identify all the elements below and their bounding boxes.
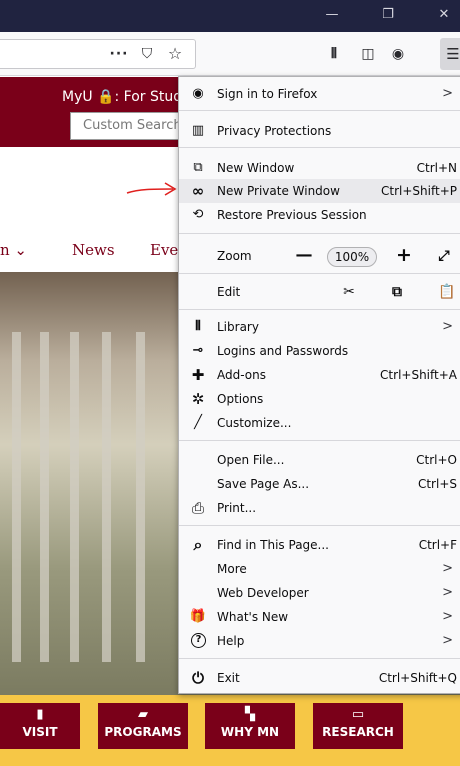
menu-item-new-window[interactable]: ⧉ New Window Ctrl+N — [179, 156, 460, 180]
navigation-toolbar: ··· ⛉ ☆ ⫴ ◫ ◉ ☰ — [0, 32, 460, 76]
pocket-icon[interactable]: ⛉ — [136, 43, 158, 65]
visit-icon: ▮ — [36, 707, 44, 722]
menu-separator — [179, 233, 460, 234]
annotation-arrow — [126, 182, 177, 196]
printer-icon: ⎙ — [191, 499, 204, 517]
why-mn-button[interactable]: ▚ WHY MN — [205, 703, 295, 749]
paste-icon[interactable]: 📋 — [435, 281, 459, 303]
menu-item-print[interactable]: ⎙ Print... — [179, 496, 460, 520]
menu-item-exit[interactable]: ⏻ Exit Ctrl+Shift+Q — [179, 666, 460, 690]
menu-item-addons[interactable]: ✚ Add-ons Ctrl+Shift+A — [179, 363, 460, 387]
menu-item-restore-session[interactable]: ⟲ Restore Previous Session — [179, 203, 460, 227]
zoom-controls: Zoom — 100% + ⤢ — [179, 240, 460, 272]
menu-item-logins[interactable]: ⊸ Logins and Passwords — [179, 339, 460, 363]
menu-separator — [179, 525, 460, 526]
puzzle-icon: ✚ — [191, 366, 205, 384]
page-actions-button[interactable]: ··· — [108, 43, 130, 65]
menu-item-more[interactable]: More > — [179, 557, 460, 581]
programs-button[interactable]: ▰ PROGRAMS — [98, 703, 188, 749]
gift-icon: 🎁 — [189, 609, 207, 624]
search-icon: ⌕ — [193, 535, 203, 554]
fullscreen-icon[interactable]: ⤢ — [433, 245, 455, 267]
nav-link-partial[interactable]: n ⌄ — [0, 241, 27, 259]
chevron-right-icon: > — [442, 585, 453, 600]
url-bar[interactable]: ··· ⛉ ☆ — [0, 39, 196, 69]
menu-separator — [179, 110, 460, 111]
key-icon: ⊸ — [192, 343, 204, 358]
window-title-bar: — ❐ ✕ — [0, 0, 460, 32]
library-icon[interactable]: ⫴ — [322, 42, 346, 66]
tree-trunk — [70, 332, 79, 662]
chevron-right-icon: > — [442, 86, 453, 101]
menu-item-sign-in[interactable]: ◉ Sign in to Firefox > — [179, 82, 460, 106]
menu-item-save-page[interactable]: Save Page As... Ctrl+S — [179, 472, 460, 496]
close-button[interactable]: ✕ — [424, 0, 460, 32]
sidebar-icon[interactable]: ◫ — [356, 42, 380, 66]
map-icon: ▚ — [245, 707, 255, 722]
edit-controls: Edit ✂ ⧉ 📋 — [179, 278, 460, 306]
menu-item-new-private-window[interactable]: ∞ New Private Window Ctrl+Shift+P — [179, 179, 460, 203]
minimize-button[interactable]: — — [312, 0, 352, 32]
menu-item-help[interactable]: ? Help > — [179, 629, 460, 653]
chevron-right-icon: > — [442, 561, 453, 576]
bookmark-star-icon[interactable]: ☆ — [164, 43, 186, 65]
book-icon: ▰ — [138, 707, 148, 722]
laptop-icon: ▭ — [351, 707, 365, 722]
account-icon[interactable]: ◉ — [386, 42, 410, 66]
menu-item-library[interactable]: ⫴ Library > — [179, 315, 460, 339]
menu-separator — [179, 273, 460, 274]
privacy-chart-icon: ▥ — [191, 123, 205, 138]
menu-item-privacy-protections[interactable]: ▥ Privacy Protections — [179, 119, 460, 143]
restore-button[interactable]: ❐ — [368, 0, 408, 32]
account-icon: ◉ — [192, 86, 204, 101]
chevron-right-icon: > — [442, 319, 453, 334]
action-buttons-bar: ▮ VISIT ▰ PROGRAMS ▚ WHY MN ▭ RESEARCH — [0, 695, 460, 766]
tree-trunk — [102, 332, 111, 662]
tree-trunk — [40, 332, 49, 662]
cut-icon[interactable]: ✂ — [337, 281, 361, 303]
copy-icon[interactable]: ⧉ — [385, 281, 409, 303]
menu-item-web-developer[interactable]: Web Developer > — [179, 581, 460, 605]
power-icon: ⏻ — [192, 669, 204, 687]
visit-button[interactable]: ▮ VISIT — [0, 703, 80, 749]
chevron-right-icon: > — [442, 609, 453, 624]
tree-trunk — [12, 332, 21, 662]
menu-separator — [179, 440, 460, 441]
menu-item-options[interactable]: ✲ Options — [179, 387, 460, 411]
private-mask-icon: ∞ — [191, 182, 205, 200]
menu-separator — [179, 658, 460, 659]
zoom-in-button[interactable]: + — [391, 243, 417, 269]
menu-item-customize[interactable]: ╱ Customize... — [179, 411, 460, 435]
nav-link-news[interactable]: News — [72, 241, 115, 259]
chevron-right-icon: > — [442, 633, 453, 648]
restore-session-icon: ⟲ — [192, 207, 204, 222]
gear-icon: ✲ — [191, 390, 205, 408]
menu-item-open-file[interactable]: Open File... Ctrl+O — [179, 448, 460, 472]
new-window-icon: ⧉ — [193, 160, 203, 175]
zoom-out-button[interactable]: — — [291, 243, 317, 269]
research-button[interactable]: ▭ RESEARCH — [313, 703, 403, 749]
menu-separator — [179, 147, 460, 148]
menu-item-whats-new[interactable]: 🎁 What's New > — [179, 605, 460, 629]
zoom-level-button[interactable]: 100% — [327, 247, 377, 267]
library-icon: ⫴ — [195, 319, 201, 334]
menu-item-find[interactable]: ⌕ Find in This Page... Ctrl+F — [179, 533, 460, 557]
help-icon: ? — [191, 633, 206, 648]
app-menu-panel: ◉ Sign in to Firefox > ▥ Privacy Protect… — [178, 76, 460, 694]
menu-separator — [179, 309, 460, 310]
tree-trunk — [136, 332, 145, 662]
hamburger-menu-icon[interactable]: ☰ — [440, 38, 460, 70]
paintbrush-icon: ╱ — [194, 415, 202, 430]
